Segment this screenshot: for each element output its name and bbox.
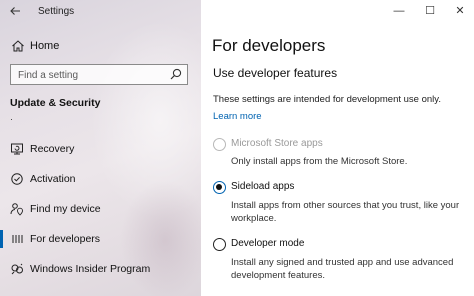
search-box[interactable]	[10, 64, 188, 85]
sidebar-item-windows-insider[interactable]: Windows Insider Program	[0, 257, 201, 281]
page-title: For developers	[212, 36, 326, 55]
description-text: These settings are intended for developm…	[213, 94, 441, 105]
sidebar-item-label: Activation	[30, 173, 76, 185]
home-label: Home	[30, 40, 60, 52]
option-description: Install any signed and trusted app and u…	[231, 256, 461, 282]
insider-icon	[11, 263, 23, 275]
option-description-line: workplace.	[231, 213, 277, 224]
sidebar-item-label: Windows Insider Program	[30, 263, 151, 275]
sidebar-item-for-developers[interactable]: For developers	[0, 227, 201, 251]
selection-indicator	[0, 230, 3, 248]
sidebar-item-label: Recovery	[30, 143, 75, 155]
sidebar-item-find-my-device[interactable]: Find my device	[0, 197, 201, 221]
back-arrow-icon	[10, 7, 20, 15]
maximize-button[interactable]: ☐	[418, 2, 442, 20]
sidebar-item-label: Find my device	[30, 203, 101, 215]
option-description-line: Only install apps from the Microsoft Sto…	[231, 156, 408, 167]
sidebar-item-label: For developers	[30, 233, 101, 245]
activation-icon	[11, 173, 23, 185]
option-description: Install apps from other sources that you…	[231, 199, 461, 225]
developers-icon	[12, 235, 23, 243]
radio-label[interactable]: Developer mode	[231, 238, 304, 249]
app-title: Settings	[38, 6, 75, 17]
option-description-line: Install apps from other sources that you…	[231, 200, 460, 211]
radio-label[interactable]: Sideload apps	[231, 181, 294, 192]
home-icon	[12, 40, 24, 52]
section-marker: ·	[10, 114, 13, 124]
sidebar-item-activation[interactable]: Activation	[0, 167, 201, 191]
section-heading: Update & Security	[10, 97, 101, 109]
option-description-line: development features.	[231, 270, 326, 281]
person-location-icon	[10, 203, 23, 216]
close-button[interactable]: ✕	[448, 2, 472, 20]
settings-sidebar: Settings Home Update & Security · Recove…	[0, 0, 201, 296]
option-description-line: Install any signed and trusted app and u…	[231, 257, 454, 268]
option-description: Only install apps from the Microsoft Sto…	[231, 155, 461, 168]
section-subtitle: Use developer features	[213, 66, 338, 80]
search-input[interactable]	[11, 66, 161, 85]
minimize-button[interactable]: —	[387, 2, 411, 20]
radio-microsoft-store-apps	[213, 138, 226, 151]
sidebar-item-recovery[interactable]: Recovery	[0, 137, 201, 161]
radio-sideload-apps[interactable]	[213, 181, 226, 194]
radio-label: Microsoft Store apps	[231, 138, 323, 149]
radio-developer-mode[interactable]	[213, 238, 226, 251]
back-button[interactable]	[6, 3, 24, 19]
search-icon[interactable]	[170, 68, 182, 80]
title-bar: Settings	[0, 0, 201, 24]
learn-more-link[interactable]: Learn more	[213, 111, 262, 122]
main-panel: — ☐ ✕ For developers Use developer featu…	[201, 0, 474, 296]
nav-home[interactable]: Home	[0, 36, 201, 56]
recovery-icon	[11, 143, 23, 155]
